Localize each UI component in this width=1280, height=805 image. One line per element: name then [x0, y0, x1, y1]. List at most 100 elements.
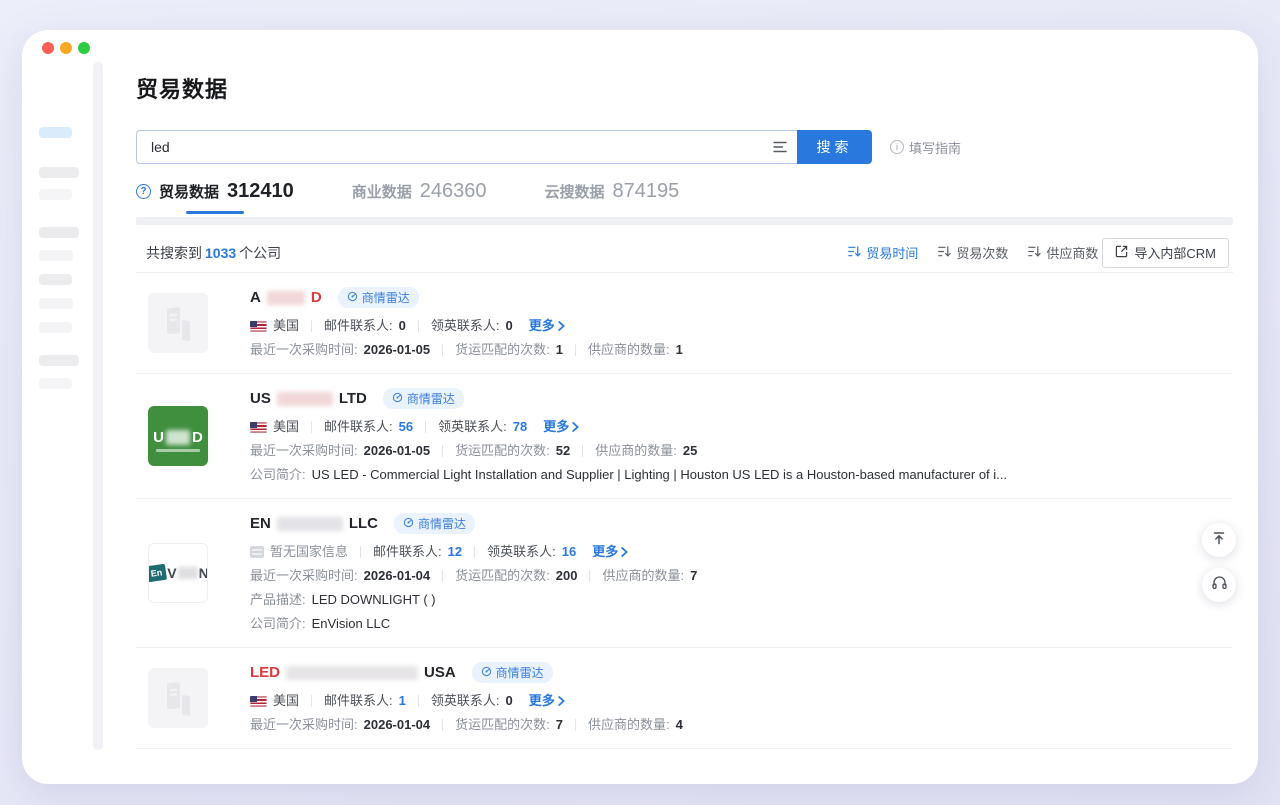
last-purchase-pair: 最近一次采购时间: 2026-01-04: [250, 567, 430, 585]
sort-贸易次数[interactable]: 贸易次数: [938, 243, 1008, 262]
meta-pair: 领英联系人:78: [438, 418, 527, 436]
meta-pair: 邮件联系人:1: [324, 692, 406, 710]
us-flag-icon: [250, 696, 267, 707]
stats-row: 最近一次采购时间:2026-01-04货运匹配的次数:7供应商的数量:4: [250, 716, 1233, 734]
more-link[interactable]: 更多: [529, 692, 565, 710]
more-link[interactable]: 更多: [543, 418, 579, 436]
meta-label: 领英联系人:: [487, 543, 556, 561]
meta-value[interactable]: 78: [513, 418, 527, 436]
last-purchase-label: 最近一次采购时间:: [250, 567, 358, 585]
stats-row: 最近一次采购时间:2026-01-05货运匹配的次数:1供应商的数量:1: [250, 341, 1233, 359]
chevron-right-icon: [558, 696, 565, 706]
sort-label: 供应商数: [1046, 243, 1098, 262]
radar-badge-label: 商情雷达: [362, 289, 410, 306]
product-desc-label: 产品描述:: [250, 591, 306, 609]
radar-badge[interactable]: 商情雷达: [472, 662, 553, 683]
sidebar-skeleton-bar: [39, 189, 72, 200]
last-purchase-label: 最近一次采购时间:: [250, 716, 358, 734]
more-link[interactable]: 更多: [592, 543, 628, 561]
company-intro-value: US LED - Commercial Light Installation a…: [312, 467, 1007, 482]
more-label: 更多: [592, 543, 618, 561]
company-name-row: ENLLC商情雷达: [250, 513, 1233, 534]
back-to-top-button[interactable]: [1202, 523, 1236, 557]
freight-matches-value: 52: [556, 442, 570, 460]
divider: [442, 344, 443, 356]
filter-lines-icon[interactable]: [773, 140, 787, 158]
more-label: 更多: [529, 317, 555, 335]
country-label: 美国: [273, 317, 299, 335]
more-link[interactable]: 更多: [529, 317, 565, 335]
sort-label: 贸易时间: [866, 243, 918, 262]
data-tabs: ?贸易数据312410 商业数据246360 云搜数据874195: [136, 180, 1233, 203]
contacts-row: 美国 邮件联系人:0 领英联系人:0 更多: [250, 317, 1233, 335]
meta-value[interactable]: 16: [562, 543, 576, 561]
company-intro-label: 公司简介:: [250, 467, 306, 482]
last-purchase-label: 最近一次采购时间:: [250, 341, 358, 359]
search-row: 搜索 i 填写指南: [136, 130, 1233, 164]
import-crm-button[interactable]: 导入内部CRM: [1102, 238, 1229, 268]
freight-matches-label: 货运匹配的次数:: [455, 442, 550, 460]
meta-label: 邮件联系人:: [324, 317, 393, 335]
search-button[interactable]: 搜索: [797, 130, 872, 164]
redacted-name-segment: [286, 666, 418, 680]
last-purchase-value: 2026-01-04: [364, 567, 431, 585]
freight-matches-value: 1: [556, 341, 563, 359]
company-list-item[interactable]: UDUSLTD商情雷达美国邮件联系人:56领英联系人:78更多最近一次采购时间:…: [136, 374, 1233, 499]
fill-guide-link[interactable]: i 填写指南: [890, 138, 961, 157]
last-purchase-pair: 最近一次采购时间:2026-01-05: [250, 442, 430, 460]
sidebar-skeleton-bar: [39, 250, 73, 261]
company-intro-row: 公司简介: US LED - Commercial Light Installat…: [250, 466, 1233, 484]
meta-pair: 领英联系人:0: [431, 317, 513, 335]
divider: [582, 445, 583, 457]
tab-商业数据[interactable]: 商业数据246360: [352, 180, 487, 203]
tab-贸易数据[interactable]: ?贸易数据312410: [136, 180, 294, 203]
supplier-count-value: 7: [690, 567, 697, 585]
divider: [575, 344, 576, 356]
divider: [418, 695, 419, 707]
divider: [360, 546, 361, 558]
radar-badge[interactable]: 商情雷达: [338, 287, 419, 308]
supplier-count-label: 供应商的数量:: [602, 567, 684, 585]
company-info: USLTD商情雷达美国邮件联系人:56领英联系人:78更多最近一次采购时间:20…: [250, 388, 1233, 484]
radar-badge[interactable]: 商情雷达: [383, 388, 464, 409]
tab-云搜数据[interactable]: 云搜数据874195: [545, 180, 680, 203]
company-list-item[interactable]: AD商情雷达美国邮件联系人:0领英联系人:0更多最近一次采购时间:2026-01…: [136, 273, 1233, 374]
company-logo-placeholder: [148, 293, 208, 353]
meta-pair: 邮件联系人:0: [324, 317, 406, 335]
us-flag-icon: [250, 422, 267, 433]
country-label: 美国: [273, 418, 299, 436]
suppliers-pair: 供应商的数量: 7: [602, 567, 697, 585]
tab-count: 312410: [227, 180, 294, 203]
help-question-icon[interactable]: ?: [136, 184, 151, 199]
search-input[interactable]: [136, 130, 797, 164]
meta-value[interactable]: 1: [399, 692, 406, 710]
divider: [425, 421, 426, 433]
company-list-item[interactable]: LEDUSA商情雷达美国邮件联系人:1领英联系人:0更多最近一次采购时间:202…: [136, 648, 1233, 749]
meta-value[interactable]: 56: [399, 418, 413, 436]
sidebar-skeleton-bar: [39, 378, 72, 389]
tab-count: 874195: [613, 180, 680, 203]
company-intro-value: EnVision LLC: [312, 616, 391, 631]
company-list-item[interactable]: EnVNENLLC商情雷达暂无国家信息邮件联系人:12领英联系人:16更多最近一…: [136, 499, 1233, 648]
divider: [442, 445, 443, 457]
meta-value[interactable]: 12: [448, 543, 462, 561]
sort-贸易时间[interactable]: 贸易时间: [848, 243, 918, 262]
contacts-row: 暂无国家信息邮件联系人:12领英联系人:16更多: [250, 543, 1233, 561]
company-name-segment: D: [311, 289, 322, 306]
sidebar-skeleton-bar: [39, 355, 79, 366]
meta-pair: 邮件联系人:56: [324, 418, 413, 436]
freight-matches-label: 货运匹配的次数:: [455, 567, 550, 585]
company-name-segment: EN: [250, 515, 271, 532]
us-flag-icon: [250, 321, 267, 332]
supplier-count-label: 供应商的数量:: [588, 716, 670, 734]
customer-service-button[interactable]: [1202, 568, 1236, 602]
suppliers-pair: 供应商的数量:1: [588, 341, 683, 359]
radar-badge[interactable]: 商情雷达: [394, 513, 475, 534]
chevron-right-icon: [572, 422, 579, 432]
sidebar-divider: [93, 62, 103, 750]
summary-suffix: 个公司: [239, 245, 281, 261]
freight-matches-label: 货运匹配的次数:: [455, 341, 550, 359]
sort-供应商数[interactable]: 供应商数: [1028, 243, 1098, 262]
app-window: 贸易数据 搜索 i 填写指南 ?贸易数据312410商业数据246360云搜数据…: [22, 30, 1258, 784]
main-content: 贸易数据 搜索 i 填写指南 ?贸易数据312410商业数据246360云搜数据…: [136, 30, 1233, 749]
